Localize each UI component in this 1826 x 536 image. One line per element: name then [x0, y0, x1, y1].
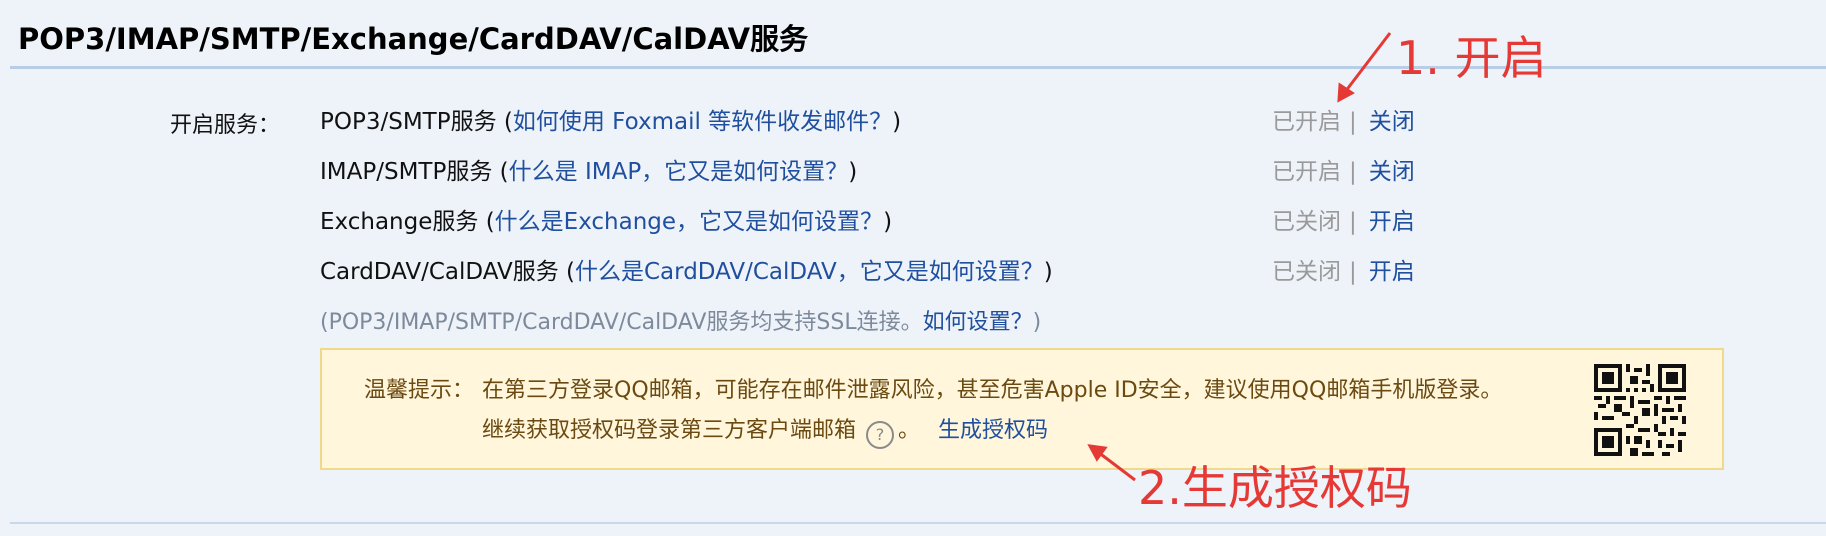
arrow-step1-line	[1343, 32, 1392, 93]
annotation-arrows	[1087, 32, 1392, 482]
arrow-step2-line	[1097, 450, 1136, 482]
annotation-step2: 2.生成授权码	[1138, 461, 1412, 515]
annotation-step1: 1. 开启	[1396, 31, 1547, 85]
bottom-divider	[10, 522, 1826, 524]
